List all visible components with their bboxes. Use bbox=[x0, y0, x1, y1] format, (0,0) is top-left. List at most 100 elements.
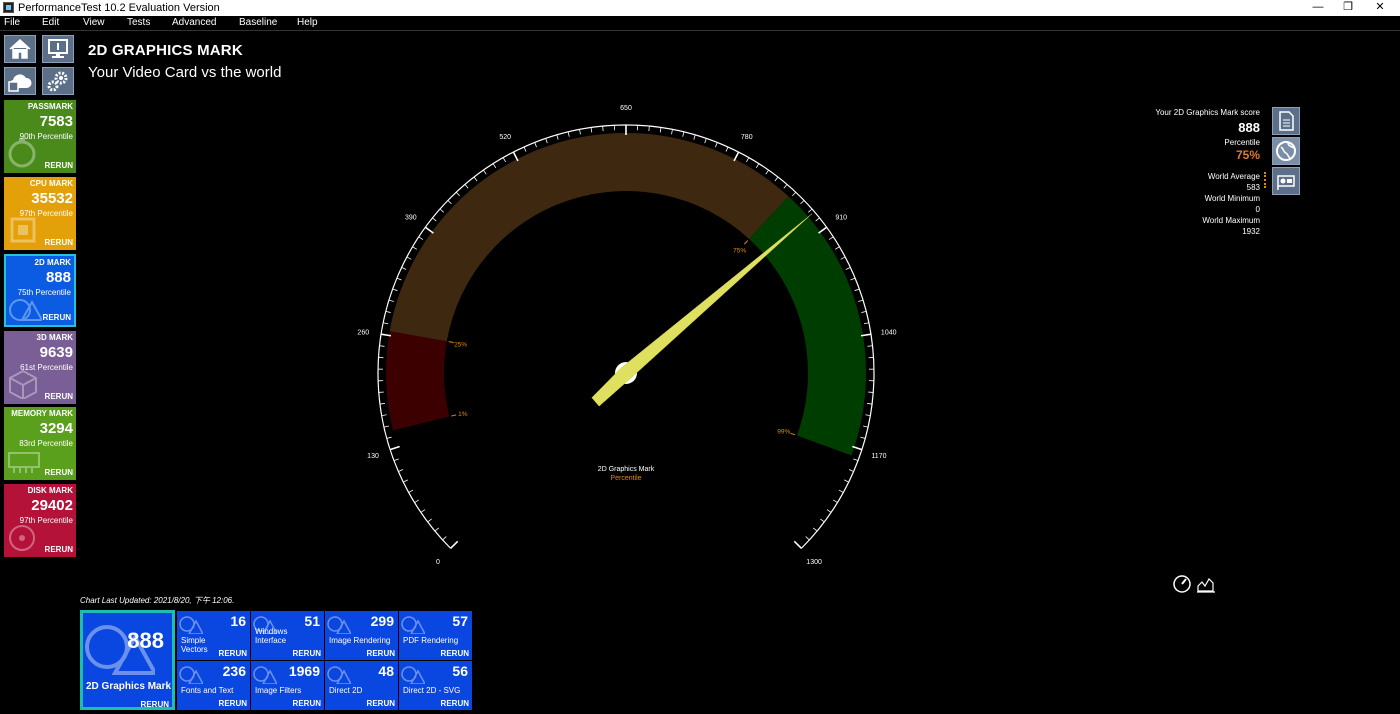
tile-name: MEMORY MARK bbox=[11, 409, 73, 418]
average-marker bbox=[1264, 172, 1268, 188]
gauge-minor-tick bbox=[863, 425, 869, 428]
tile-name: CPU MARK bbox=[29, 179, 73, 188]
subtest-fonts-and-text[interactable]: 236 Fonts and Text RERUN bbox=[177, 661, 250, 710]
gauge-band-high bbox=[749, 196, 867, 456]
rerun-button[interactable]: RERUN bbox=[367, 699, 395, 708]
gauge-major-tick bbox=[450, 540, 459, 549]
gauge-minor-tick bbox=[439, 208, 444, 213]
tile-value: 29402 bbox=[31, 497, 73, 514]
system-info-button[interactable] bbox=[42, 35, 74, 63]
rerun-button[interactable]: RERUN bbox=[441, 699, 469, 708]
percentile-marker-label: 1% bbox=[458, 411, 468, 418]
subtest-value: 16 bbox=[230, 613, 246, 629]
gauge-minor-tick bbox=[808, 208, 813, 213]
subtest-name: PDF Rendering bbox=[403, 636, 459, 645]
tile-2d-mark[interactable]: 2D MARK 888 75th Percentile RERUN bbox=[4, 254, 76, 327]
menu-bar: File Edit View Tests Advanced Baseline H… bbox=[0, 16, 1400, 30]
close-button[interactable]: ✕ bbox=[1365, 0, 1395, 16]
subtest-direct-2d-svg[interactable]: 56 Direct 2D - SVG RERUN bbox=[399, 661, 472, 710]
subtest-image-rendering[interactable]: 299 Image Rendering RERUN bbox=[325, 611, 398, 660]
menu-edit[interactable]: Edit bbox=[42, 17, 59, 28]
gauge-minor-tick bbox=[492, 163, 497, 169]
rerun-button[interactable]: RERUN bbox=[441, 649, 469, 658]
gauge-minor-tick bbox=[860, 436, 866, 439]
rerun-button[interactable]: RERUN bbox=[219, 699, 247, 708]
export-report-button[interactable] bbox=[1272, 107, 1300, 135]
world-average-label: World Average bbox=[1207, 172, 1260, 181]
percentile-marker-label: 75% bbox=[733, 247, 746, 254]
gauge-tick-label: 130 bbox=[367, 453, 379, 460]
rerun-button[interactable]: RERUN bbox=[45, 545, 73, 554]
gauge-minor-tick bbox=[406, 256, 412, 260]
tile-3d-mark[interactable]: 3D MARK 9639 61st Percentile RERUN bbox=[4, 331, 76, 404]
tile-name: 3D MARK bbox=[36, 333, 73, 342]
gauge-minor-tick bbox=[832, 499, 838, 503]
settings-button[interactable] bbox=[42, 67, 74, 95]
rerun-button[interactable]: RERUN bbox=[293, 699, 321, 708]
rerun-button[interactable]: RERUN bbox=[219, 649, 247, 658]
tile-disk-mark[interactable]: DISK MARK 29402 97th Percentile RERUN bbox=[4, 484, 76, 557]
menu-view[interactable]: View bbox=[83, 17, 105, 28]
subtest-direct-2d[interactable]: 48 Direct 2D RERUN bbox=[325, 661, 398, 710]
divider bbox=[0, 30, 1400, 31]
tile-cpu-mark[interactable]: CPU MARK 35532 97th Percentile RERUN bbox=[4, 177, 76, 250]
monitor-info-icon bbox=[48, 39, 68, 58]
gauge-minor-tick bbox=[381, 414, 387, 417]
gauge-tick-label: 650 bbox=[620, 105, 632, 112]
minimize-button[interactable]: — bbox=[1303, 0, 1333, 16]
menu-advanced[interactable]: Advanced bbox=[172, 17, 216, 28]
gauge-minor-tick bbox=[820, 518, 825, 523]
subtest-pdf-rendering[interactable]: 57 PDF Rendering RERUN bbox=[399, 611, 472, 660]
subtest-value: 299 bbox=[370, 613, 394, 629]
gauge-tick-label: 1040 bbox=[881, 329, 897, 336]
subtest-name: Fonts and Text bbox=[181, 686, 234, 695]
gauge-minor-tick bbox=[861, 310, 867, 313]
subtest-image-filters[interactable]: 1969 Image Filters RERUN bbox=[251, 661, 324, 710]
gauge-scale-arc bbox=[377, 124, 875, 549]
gauge-band-mid bbox=[389, 132, 789, 342]
gauge-minor-tick bbox=[725, 146, 729, 152]
rerun-button[interactable]: RERUN bbox=[45, 161, 73, 170]
tile-value: 888 bbox=[127, 628, 164, 653]
gauge-minor-tick bbox=[396, 277, 402, 281]
gauge-minor-tick bbox=[704, 138, 707, 144]
restore-button[interactable]: ❐ bbox=[1333, 0, 1363, 16]
upload-button[interactable] bbox=[4, 67, 36, 95]
rerun-button[interactable]: RERUN bbox=[45, 468, 73, 477]
gauge-minor-tick bbox=[671, 129, 673, 135]
gauge-minor-tick bbox=[408, 489, 414, 493]
gauge-minor-tick bbox=[850, 277, 856, 281]
rerun-button[interactable]: RERUN bbox=[45, 392, 73, 401]
home-button[interactable] bbox=[4, 35, 36, 63]
percentile-label: Percentile bbox=[1224, 138, 1260, 147]
tile-memory-mark[interactable]: MEMORY MARK 3294 83rd Percentile RERUN bbox=[4, 407, 76, 480]
gauge-needle bbox=[591, 213, 813, 407]
world-compare-button[interactable] bbox=[1272, 137, 1300, 165]
globe-icon bbox=[1276, 141, 1296, 161]
rerun-button[interactable]: RERUN bbox=[367, 649, 395, 658]
tile-percentile: 90th Percentile bbox=[19, 132, 73, 141]
graphics-card-button[interactable] bbox=[1272, 167, 1300, 195]
tile-percentile: 97th Percentile bbox=[19, 516, 73, 525]
tile-value: 35532 bbox=[31, 190, 73, 207]
subtest-value: 236 bbox=[222, 663, 246, 679]
menu-help[interactable]: Help bbox=[297, 17, 318, 28]
rerun-button[interactable]: RERUN bbox=[293, 649, 321, 658]
rerun-button[interactable]: RERUN bbox=[45, 238, 73, 247]
rerun-button[interactable]: RERUN bbox=[43, 313, 71, 322]
subtest-simple-vectors[interactable]: 16 Simple Vectors RERUN bbox=[177, 611, 250, 660]
shapes-icon bbox=[179, 666, 203, 684]
gauge-minor-tick bbox=[545, 138, 548, 144]
tile-value: 888 bbox=[45, 269, 71, 286]
chart-updated-text: Chart Last Updated: 2021/8/20, 下午 12:06. bbox=[80, 596, 235, 605]
menu-file[interactable]: File bbox=[4, 17, 20, 28]
chart-view-icon[interactable] bbox=[1196, 574, 1216, 594]
gauge-view-icon[interactable] bbox=[1172, 574, 1192, 594]
gauge-minor-tick bbox=[464, 184, 469, 189]
tile-passmark[interactable]: PASSMARK 7583 90th Percentile RERUN bbox=[4, 100, 76, 173]
tile-2d-graphics-mark[interactable]: 888 2D Graphics Mark RERUN bbox=[80, 610, 175, 710]
subtest-windows-interface[interactable]: 51 Windows Interface RERUN bbox=[251, 611, 324, 660]
menu-tests[interactable]: Tests bbox=[127, 17, 150, 28]
rerun-button[interactable]: RERUN bbox=[141, 700, 169, 707]
menu-baseline[interactable]: Baseline bbox=[239, 17, 277, 28]
